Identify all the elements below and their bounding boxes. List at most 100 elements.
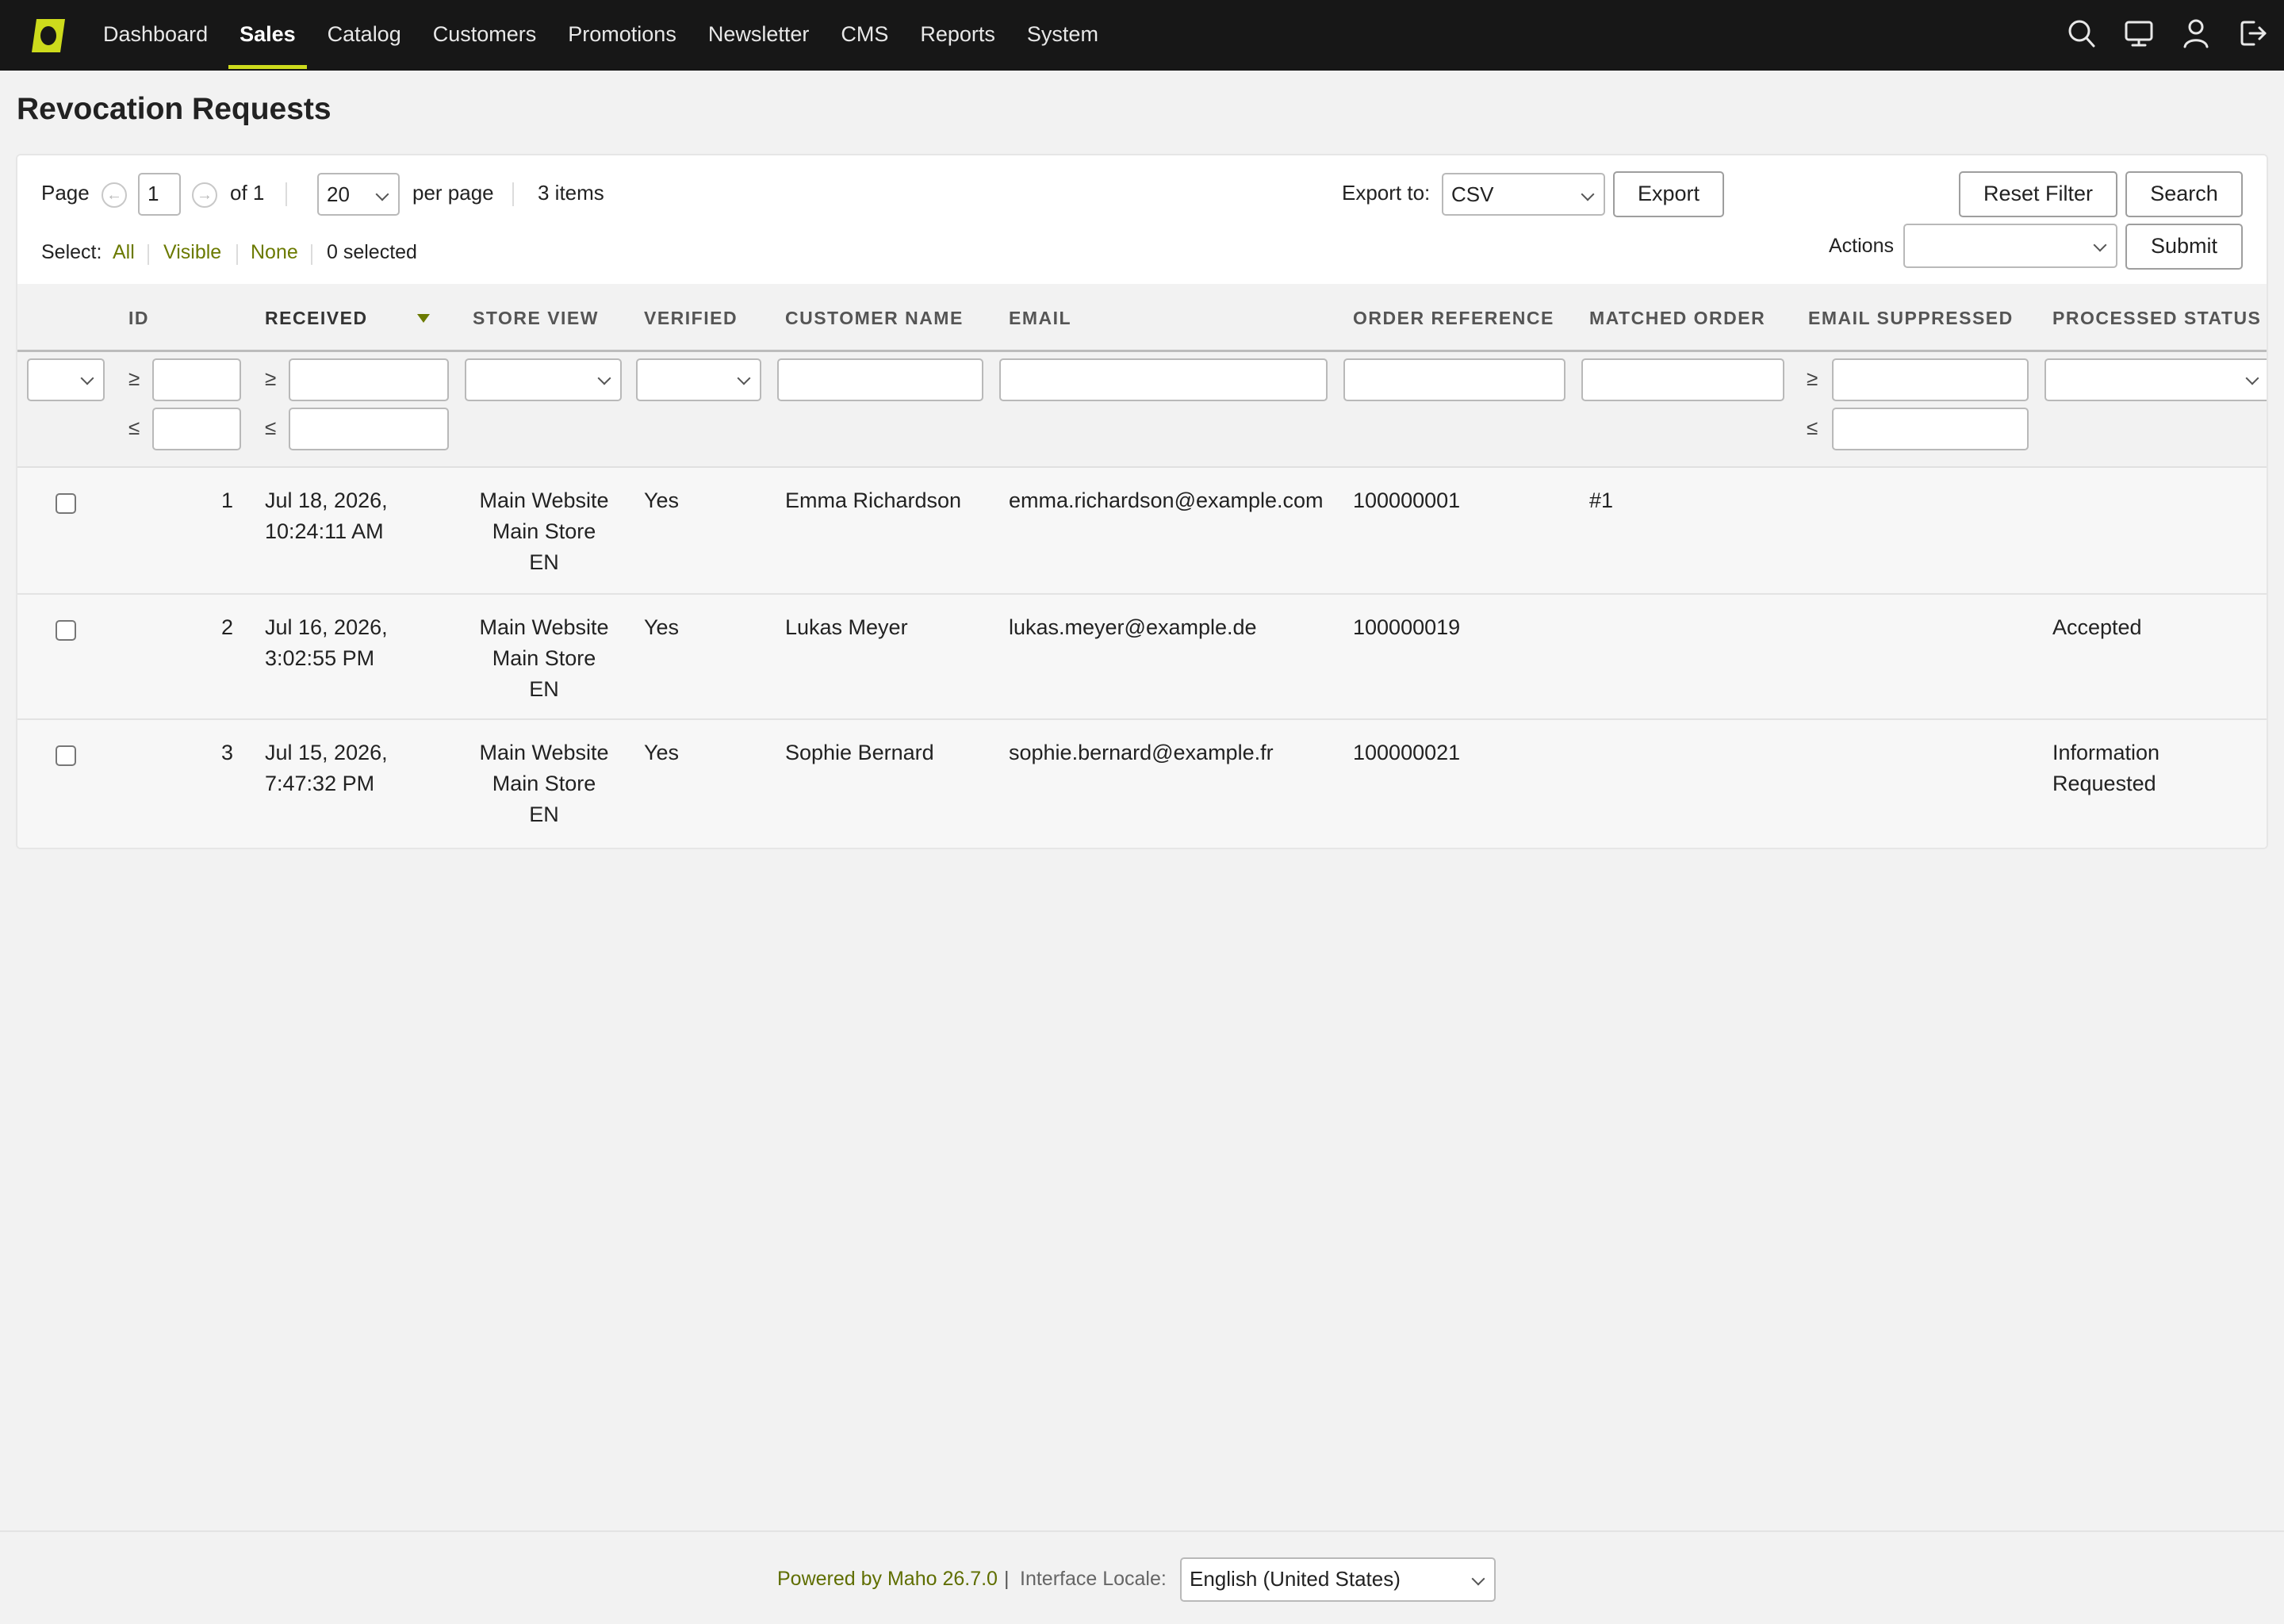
cell-received: Jul 16, 2026, 3:02:55 PM xyxy=(265,612,388,674)
reset-filter-button[interactable]: Reset Filter xyxy=(1959,171,2117,217)
search-icon[interactable] xyxy=(2067,17,2097,49)
store-view-filter[interactable] xyxy=(465,358,622,401)
items-count: 3 items xyxy=(538,181,604,205)
table-row[interactable]: 1 Jul 18, 2026, 10:24:11 AM Main Website M… xyxy=(17,468,2267,595)
search-button[interactable]: Search xyxy=(2125,171,2243,217)
cell-order-reference: 100000019 xyxy=(1353,615,1461,639)
mass-select-filter[interactable] xyxy=(27,358,105,401)
nav-item-system[interactable]: System xyxy=(1011,0,1114,71)
nav-item-catalog[interactable]: Catalog xyxy=(312,0,417,71)
logout-icon[interactable] xyxy=(2238,17,2268,49)
received-time: 10:24:11 AM xyxy=(265,519,384,543)
interface-locale-value: English (United States) xyxy=(1190,1567,1401,1591)
column-header-email[interactable]: EMAIL xyxy=(1009,308,1071,329)
export-format-value: CSV xyxy=(1451,182,1494,206)
page-label: Page xyxy=(41,181,90,205)
nav-item-customers[interactable]: Customers xyxy=(417,0,553,71)
column-header-id[interactable]: ID xyxy=(128,308,149,329)
nav-item-cms[interactable]: CMS xyxy=(825,0,904,71)
status-line: Information xyxy=(2052,741,2160,764)
matched-order-link[interactable]: #1 xyxy=(1589,485,1613,516)
per-page-value: 20 xyxy=(327,182,350,206)
monitor-icon[interactable] xyxy=(2124,17,2154,49)
column-header-received[interactable]: RECEIVED xyxy=(265,308,368,329)
gte-symbol: ≥ xyxy=(265,366,277,390)
row-checkbox[interactable] xyxy=(56,745,76,766)
received-date: Jul 18, 2026, xyxy=(265,488,388,512)
previous-page-icon[interactable]: ← xyxy=(102,182,127,208)
column-header-customer-name[interactable]: CUSTOMER NAME xyxy=(785,308,964,329)
maho-logo-icon[interactable] xyxy=(29,17,68,54)
column-header-verified[interactable]: VERIFIED xyxy=(644,308,738,329)
powered-by-link[interactable]: Powered by Maho 26.7.0 xyxy=(777,1568,998,1591)
status-line: Requested xyxy=(2052,772,2156,795)
export-label: Export to: xyxy=(1342,181,1431,205)
column-header-email-suppressed[interactable]: EMAIL SUPPRESSED xyxy=(1808,308,2014,329)
cell-received: Jul 18, 2026, 10:24:11 AM xyxy=(265,485,388,547)
store-website: Main Website xyxy=(479,488,609,512)
user-icon[interactable] xyxy=(2181,17,2211,49)
row-checkbox[interactable] xyxy=(56,493,76,514)
interface-locale-select[interactable]: English (United States) xyxy=(1180,1557,1496,1602)
received-from-input[interactable] xyxy=(289,358,449,401)
email-suppressed-to-input[interactable] xyxy=(1832,408,2029,450)
lte-symbol: ≤ xyxy=(265,416,277,439)
divider xyxy=(236,244,238,265)
store-view-code: EN xyxy=(529,677,559,701)
export-format-select[interactable]: CSV xyxy=(1442,173,1605,216)
top-navigation-bar: Dashboard Sales Catalog Customers Promot… xyxy=(0,0,2284,71)
order-reference-filter[interactable] xyxy=(1343,358,1565,401)
submit-button[interactable]: Submit xyxy=(2125,224,2243,270)
footer-separator: | xyxy=(1004,1568,1010,1590)
select-all-link[interactable]: All xyxy=(113,241,135,264)
select-none-link[interactable]: None xyxy=(251,241,298,264)
email-filter[interactable] xyxy=(999,358,1328,401)
column-header-order-reference[interactable]: ORDER REFERENCE xyxy=(1353,308,1554,329)
gte-symbol: ≥ xyxy=(128,366,140,390)
processed-status-filter[interactable] xyxy=(2044,358,2267,401)
chevron-down-icon xyxy=(2245,371,2259,385)
email-suppressed-from-input[interactable] xyxy=(1832,358,2029,401)
verified-filter[interactable] xyxy=(636,358,761,401)
cell-customer-name: Sophie Bernard xyxy=(785,741,934,764)
selected-count: 0 selected xyxy=(327,241,417,263)
id-from-input[interactable] xyxy=(152,358,241,401)
main-nav: Dashboard Sales Catalog Customers Promot… xyxy=(87,0,1114,71)
id-to-input[interactable] xyxy=(152,408,241,450)
row-checkbox[interactable] xyxy=(56,620,76,641)
cell-processed-status: Accepted xyxy=(2052,612,2142,643)
chevron-down-icon xyxy=(1471,1572,1485,1586)
column-header-processed-status[interactable]: PROCESSED STATUS xyxy=(2052,308,2261,329)
table-row[interactable]: 2 Jul 16, 2026, 3:02:55 PM Main Website Ma… xyxy=(17,595,2267,720)
cell-received: Jul 15, 2026, 7:47:32 PM xyxy=(265,737,388,799)
table-row[interactable]: 3 Jul 15, 2026, 7:47:32 PM Main Website Ma… xyxy=(17,720,2267,848)
chevron-down-icon xyxy=(80,371,94,385)
received-to-input[interactable] xyxy=(289,408,449,450)
nav-item-sales[interactable]: Sales xyxy=(224,0,312,71)
mass-actions-select[interactable] xyxy=(1903,224,2117,268)
cell-id: 1 xyxy=(220,488,233,512)
cell-order-reference: 100000001 xyxy=(1353,488,1461,512)
column-header-matched-order[interactable]: MATCHED ORDER xyxy=(1589,308,1765,329)
column-header-store-view[interactable]: STORE VIEW xyxy=(473,308,599,329)
nav-item-promotions[interactable]: Promotions xyxy=(552,0,692,71)
chevron-down-icon xyxy=(597,371,611,385)
received-date: Jul 16, 2026, xyxy=(265,615,388,639)
cell-verified: Yes xyxy=(644,615,680,639)
nav-item-newsletter[interactable]: Newsletter xyxy=(692,0,826,71)
customer-name-filter[interactable] xyxy=(777,358,983,401)
store-name: Main Store xyxy=(492,646,596,670)
select-visible-link[interactable]: Visible xyxy=(163,241,221,264)
nav-item-dashboard[interactable]: Dashboard xyxy=(87,0,224,71)
nav-item-reports[interactable]: Reports xyxy=(904,0,1011,71)
page-number-input[interactable]: 1 xyxy=(138,173,181,216)
cell-verified: Yes xyxy=(644,488,680,512)
export-button[interactable]: Export xyxy=(1613,171,1724,217)
matched-order-filter[interactable] xyxy=(1581,358,1784,401)
page-footer: Powered by Maho 26.7.0 | Interface Local… xyxy=(0,1530,2284,1624)
divider xyxy=(286,182,287,206)
grid-column-headers: ID RECEIVED STORE VIEW VERIFIED CUSTOMER… xyxy=(17,284,2267,352)
cell-email: emma.richardson@example.com xyxy=(1009,488,1324,512)
next-page-icon[interactable]: → xyxy=(192,182,217,208)
per-page-select[interactable]: 20 xyxy=(317,173,400,216)
